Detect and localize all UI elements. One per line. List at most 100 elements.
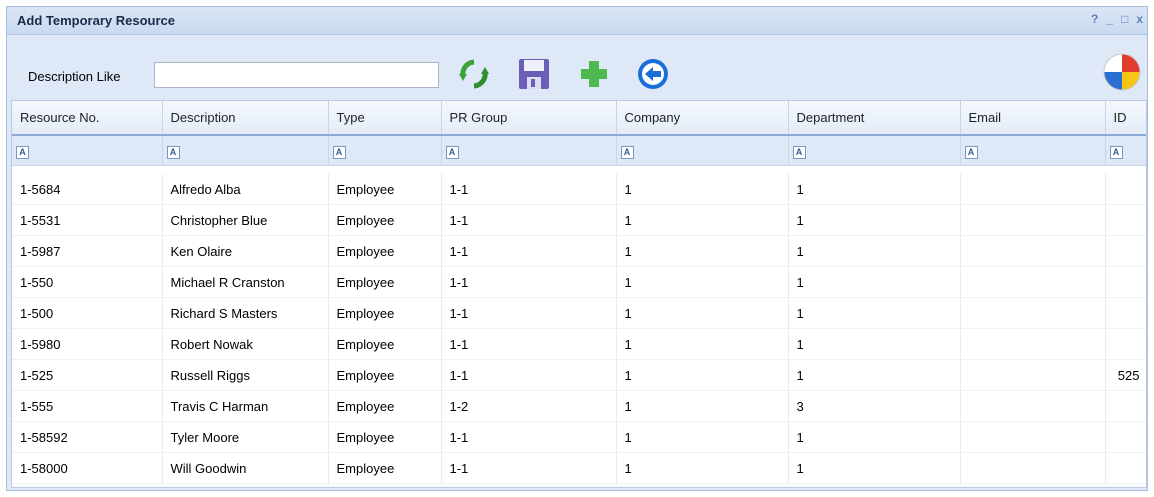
col-type[interactable]: Type <box>328 101 442 136</box>
cell-type: Employee <box>328 266 442 298</box>
cell-department: 1 <box>788 421 961 453</box>
cell-company: 1 <box>616 421 789 453</box>
col-email[interactable]: Email <box>960 101 1106 136</box>
cell-pr-group: 1-1 <box>441 266 617 298</box>
filter-cell[interactable]: A <box>328 135 442 166</box>
cell-description: Richard S Masters <box>162 297 329 329</box>
save-icon <box>519 59 549 89</box>
filter-icon[interactable]: A <box>445 145 459 159</box>
cell-department: 1 <box>788 266 961 298</box>
resource-grid: Resource No. Description Type PR Group C… <box>11 100 1147 488</box>
table-row[interactable]: 1-5987 Ken Olaire Employee 1-1 1 1 <box>12 235 1146 267</box>
description-like-label: Description Like <box>28 69 121 84</box>
filter-icon[interactable]: A <box>1109 145 1123 159</box>
table-row[interactable]: 1-5980 Robert Nowak Employee 1-1 1 1 <box>12 328 1146 360</box>
refresh-button[interactable] <box>455 55 493 93</box>
cell-resource-no: 1-58592 <box>12 421 163 453</box>
cell-pr-group: 1-1 <box>441 421 617 453</box>
cell-company: 1 <box>616 328 789 360</box>
cell-pr-group: 1-1 <box>441 235 617 267</box>
table-row[interactable]: 1-550 Michael R Cranston Employee 1-1 1 1 <box>12 266 1146 298</box>
filter-cell[interactable]: A <box>616 135 789 166</box>
cell-description: Russell Riggs <box>162 359 329 391</box>
cell-department: 1 <box>788 204 961 236</box>
cell-company: 1 <box>616 359 789 391</box>
cell-email <box>960 297 1106 329</box>
cell-email <box>960 235 1106 267</box>
description-like-input[interactable] <box>154 62 439 88</box>
cell-email <box>960 452 1106 484</box>
cell-email <box>960 390 1106 422</box>
filter-icon[interactable]: A <box>16 145 29 159</box>
cell-id <box>1105 421 1146 453</box>
cell-description: Will Goodwin <box>162 452 329 484</box>
spacer-cell <box>12 166 1146 175</box>
cell-id <box>1105 235 1146 267</box>
table-row[interactable]: 1-5684 Alfredo Alba Employee 1-1 1 1 <box>12 174 1146 205</box>
cell-id <box>1105 266 1146 298</box>
cell-type: Employee <box>328 328 442 360</box>
cell-email <box>960 421 1106 453</box>
col-pr-group[interactable]: PR Group <box>441 101 617 136</box>
minimize-button[interactable]: _ <box>1106 12 1113 26</box>
cell-resource-no: 1-58000 <box>12 452 163 484</box>
cell-resource-no: 1-5987 <box>12 235 163 267</box>
filter-cell[interactable]: A <box>162 135 329 166</box>
filter-row: A A A A A A A A <box>12 135 1146 166</box>
cell-company: 1 <box>616 235 789 267</box>
cell-description: Christopher Blue <box>162 204 329 236</box>
table-row[interactable]: 1-525 Russell Riggs Employee 1-1 1 1 525 <box>12 359 1146 391</box>
cell-type: Employee <box>328 421 442 453</box>
col-id[interactable]: ID <box>1105 101 1146 136</box>
col-department[interactable]: Department <box>788 101 961 136</box>
table-row[interactable]: 1-5531 Christopher Blue Employee 1-1 1 1 <box>12 204 1146 236</box>
cell-pr-group: 1-1 <box>441 328 617 360</box>
cell-pr-group: 1-1 <box>441 359 617 391</box>
close-button[interactable]: x <box>1136 12 1143 26</box>
filter-icon[interactable]: A <box>792 145 806 159</box>
cell-type: Employee <box>328 204 442 236</box>
table-row[interactable]: 1-500 Richard S Masters Employee 1-1 1 1 <box>12 297 1146 329</box>
table-row[interactable]: 1-555 Travis C Harman Employee 1-2 1 3 <box>12 390 1146 422</box>
cell-pr-group: 1-1 <box>441 204 617 236</box>
cell-department: 1 <box>788 235 961 267</box>
maximize-button[interactable]: □ <box>1121 12 1128 26</box>
cell-id <box>1105 452 1146 484</box>
cell-department: 3 <box>788 390 961 422</box>
window-title: Add Temporary Resource <box>17 13 175 28</box>
filter-icon[interactable]: A <box>332 145 346 159</box>
filter-cell[interactable]: A <box>788 135 961 166</box>
col-description[interactable]: Description <box>162 101 329 136</box>
col-company[interactable]: Company <box>616 101 789 136</box>
cell-description: Michael R Cranston <box>162 266 329 298</box>
filter-icon[interactable]: A <box>964 145 978 159</box>
table-row[interactable]: 1-58592 Tyler Moore Employee 1-1 1 1 <box>12 421 1146 453</box>
cell-company: 1 <box>616 297 789 329</box>
add-button[interactable] <box>575 55 613 93</box>
title-bar: Add Temporary Resource ? _ □ x <box>7 7 1147 35</box>
cell-description: Ken Olaire <box>162 235 329 267</box>
table-row[interactable]: 1-58000 Will Goodwin Employee 1-1 1 1 <box>12 452 1146 484</box>
cell-type: Employee <box>328 452 442 484</box>
help-button[interactable]: ? <box>1091 12 1098 26</box>
filter-icon[interactable]: A <box>620 145 634 159</box>
cell-company: 1 <box>616 452 789 484</box>
filter-cell[interactable]: A <box>960 135 1106 166</box>
cell-department: 1 <box>788 297 961 329</box>
cell-type: Employee <box>328 297 442 329</box>
cell-id <box>1105 297 1146 329</box>
cell-email <box>960 266 1106 298</box>
col-resource-no[interactable]: Resource No. <box>12 101 163 136</box>
cell-description: Robert Nowak <box>162 328 329 360</box>
filter-cell[interactable]: A <box>1105 135 1146 166</box>
cell-department: 1 <box>788 328 961 360</box>
back-button[interactable] <box>634 55 672 93</box>
cell-pr-group: 1-1 <box>441 297 617 329</box>
dialog-window: Add Temporary Resource ? _ □ x Descripti… <box>6 6 1148 491</box>
filter-cell[interactable]: A <box>12 135 163 166</box>
filter-cell[interactable]: A <box>441 135 617 166</box>
filter-icon[interactable]: A <box>166 145 180 159</box>
beach-ball-icon <box>1103 53 1141 91</box>
cell-type: Employee <box>328 390 442 422</box>
save-button[interactable] <box>515 55 553 93</box>
